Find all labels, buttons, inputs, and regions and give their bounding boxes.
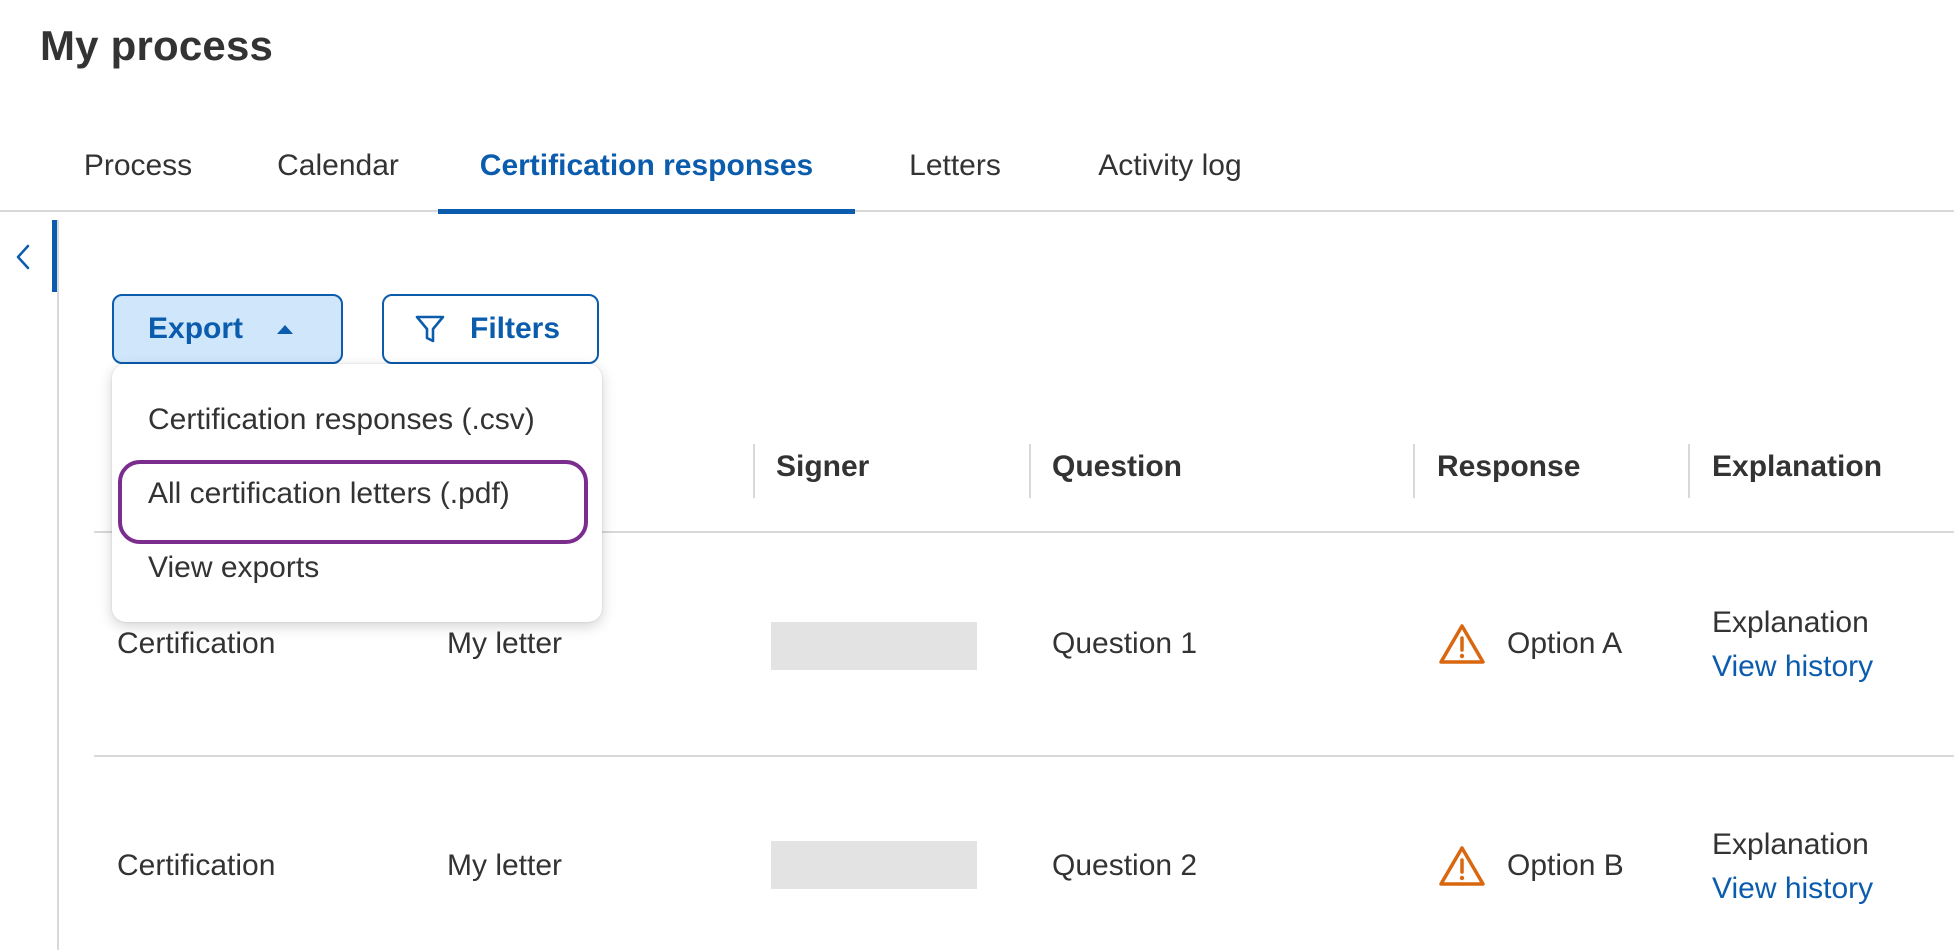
column-header-question[interactable]: Question bbox=[1052, 450, 1182, 484]
row-explanation: Explanation bbox=[1712, 828, 1869, 861]
menu-item-label: Certification responses (.csv) bbox=[148, 403, 535, 436]
export-button[interactable]: Export bbox=[112, 294, 343, 364]
row-letter: My letter bbox=[447, 849, 563, 882]
row-question: Question 1 bbox=[1052, 627, 1198, 660]
signer-redacted bbox=[771, 622, 977, 670]
export-button-label: Export bbox=[148, 312, 244, 345]
filters-button-label: Filters bbox=[470, 312, 561, 345]
filters-button[interactable]: Filters bbox=[382, 294, 599, 364]
tab-process[interactable]: Process bbox=[60, 120, 216, 212]
column-separator bbox=[753, 444, 755, 498]
filter-icon bbox=[414, 313, 446, 345]
row-type: Certification bbox=[117, 627, 276, 660]
signer-redacted bbox=[771, 841, 977, 889]
menu-item-label: All certification letters (.pdf) bbox=[148, 477, 510, 510]
warning-icon bbox=[1439, 846, 1485, 886]
row-response: Option A bbox=[1507, 627, 1623, 660]
column-separator bbox=[1688, 444, 1690, 498]
column-header-explanation[interactable]: Explanation bbox=[1712, 450, 1882, 484]
row-divider bbox=[94, 755, 1954, 757]
tab-bar: Process Calendar Certification responses… bbox=[0, 120, 1954, 214]
view-history-link[interactable]: View history bbox=[1712, 650, 1873, 684]
row-question: Question 2 bbox=[1052, 849, 1198, 882]
menu-item-export-pdf[interactable]: All certification letters (.pdf) bbox=[112, 458, 602, 544]
column-separator bbox=[1413, 444, 1415, 498]
column-header-response[interactable]: Response bbox=[1437, 450, 1580, 484]
sidebar-divider bbox=[57, 220, 59, 950]
row-type: Certification bbox=[117, 849, 276, 882]
row-letter: My letter bbox=[447, 627, 563, 660]
row-explanation: Explanation bbox=[1712, 606, 1869, 639]
page: My process Process Calendar Certificatio… bbox=[0, 0, 1954, 950]
tab-activity-log[interactable]: Activity log bbox=[1070, 120, 1270, 212]
tab-certification-responses[interactable]: Certification responses bbox=[438, 120, 855, 214]
warning-icon bbox=[1439, 624, 1485, 664]
menu-item-label: View exports bbox=[148, 551, 320, 584]
column-header-signer[interactable]: Signer bbox=[776, 450, 869, 484]
tab-calendar[interactable]: Calendar bbox=[256, 120, 420, 212]
sidebar-active-indicator bbox=[52, 220, 57, 292]
tab-letters[interactable]: Letters bbox=[880, 120, 1030, 212]
export-dropdown-menu: Certification responses (.csv) All certi… bbox=[112, 364, 602, 622]
caret-up-icon bbox=[277, 324, 294, 334]
chevron-left-icon bbox=[16, 244, 30, 270]
sidebar-collapse-toggle[interactable] bbox=[10, 238, 36, 276]
view-history-link[interactable]: View history bbox=[1712, 872, 1873, 906]
column-separator bbox=[1029, 444, 1031, 498]
menu-item-view-exports[interactable]: View exports bbox=[112, 532, 602, 604]
row-response: Option B bbox=[1507, 849, 1624, 882]
menu-item-export-csv[interactable]: Certification responses (.csv) bbox=[112, 384, 602, 456]
page-title: My process bbox=[40, 22, 274, 69]
